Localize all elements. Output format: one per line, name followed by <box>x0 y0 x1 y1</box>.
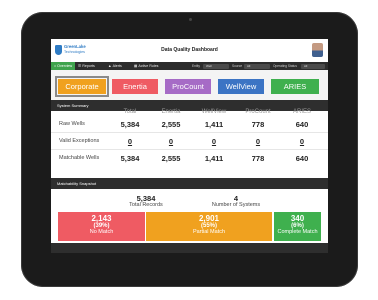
row-divider <box>51 149 328 150</box>
cell-matchable-wellview: 1,411 <box>204 154 224 163</box>
page-title: Data Quality Dashboard <box>161 47 218 53</box>
column-header-wellview: WellView <box>201 109 227 115</box>
filter-status-label: Operating Status <box>273 64 297 68</box>
row-label-raw-wells: Raw Wells <box>59 121 85 127</box>
systems-count-label: Number of Systems <box>211 202 261 208</box>
cell-raw-procount: 778 <box>251 120 265 129</box>
tab-procount[interactable]: ProCount <box>165 79 211 94</box>
nav-item-reports[interactable]: ☰Reports <box>78 62 95 70</box>
nav-item-alerts[interactable]: ▲Alerts <box>108 62 122 70</box>
column-header-procount: ProCount <box>245 109 271 115</box>
avatar[interactable] <box>312 43 323 57</box>
cell-matchable-procount: 778 <box>251 154 265 163</box>
nav-item-label: Alerts <box>112 64 122 68</box>
tab-aries[interactable]: ARIES <box>271 79 319 94</box>
nav-bar: ⌂Overview ☰Reports ▲Alerts ▦Active Rules… <box>51 62 328 70</box>
section-title: System Summary <box>57 103 89 108</box>
cell-raw-total: 5,384 <box>120 120 140 129</box>
link-exceptions-procount[interactable]: 0 <box>238 137 278 146</box>
complete-match-label: Complete Match <box>277 229 318 235</box>
filter-status-value: All <box>304 63 308 68</box>
nav-item-label: Active Rules <box>138 64 159 68</box>
link-exceptions-enertia[interactable]: 0 <box>151 137 191 146</box>
partial-match-label: Partial Match <box>192 229 226 235</box>
complete-match-value: 340 <box>290 214 305 223</box>
grid-icon: ▦ <box>134 64 138 68</box>
camera-dot <box>189 18 192 21</box>
row-divider <box>51 132 328 133</box>
list-icon: ☰ <box>78 64 82 68</box>
link-exceptions-wellview[interactable]: 0 <box>194 137 234 146</box>
complete-match-box[interactable]: 340 (6%) Complete Match <box>274 212 321 241</box>
section-title: Matchability Snapshot <box>57 181 97 186</box>
filter-status-select[interactable]: All <box>301 63 325 69</box>
filter-entity-value: Well <box>206 63 212 68</box>
column-header-aries: ARIES <box>292 109 311 115</box>
link-exceptions-aries[interactable]: 0 <box>282 137 322 146</box>
filter-source-value: All <box>247 63 251 68</box>
nav-item-label: Reports <box>82 64 95 68</box>
tab-enertia[interactable]: Enertia <box>112 79 158 94</box>
app-header: GreenLake Technologies Data Quality Dash… <box>51 39 328 63</box>
matchability-header: Matchability Snapshot <box>51 178 328 189</box>
nav-item-overview[interactable]: ⌂Overview <box>51 62 76 70</box>
cell-matchable-enertia: 2,555 <box>161 154 181 163</box>
partial-match-value: 2,901 <box>198 214 220 223</box>
filter-entity-label: Entity <box>192 64 200 68</box>
bell-icon: ▲ <box>108 64 112 68</box>
home-icon: ⌂ <box>54 64 57 68</box>
no-match-label: No Match <box>89 229 114 235</box>
app-screen: GreenLake Technologies Data Quality Dash… <box>51 39 328 253</box>
nav-item-label: Overview <box>57 64 73 68</box>
filter-entity-select[interactable]: Well <box>203 63 229 69</box>
bottom-bar <box>51 243 328 253</box>
tab-wellview[interactable]: WellView <box>218 79 264 94</box>
no-match-value: 2,143 <box>91 214 112 223</box>
total-records-label: Total Records <box>129 202 163 208</box>
column-header-total: Total <box>123 109 137 115</box>
row-label-valid-exceptions: Valid Exceptions <box>59 138 100 144</box>
system-tabs: Corporate Enertia ProCount WellView ARIE… <box>51 70 328 100</box>
tab-corporate[interactable]: Corporate <box>55 76 109 97</box>
cell-raw-aries: 640 <box>295 120 309 129</box>
cell-matchable-aries: 640 <box>295 154 309 163</box>
column-header-enertia: Enertia <box>161 109 181 115</box>
no-match-box[interactable]: 2,143 (39%) No Match <box>58 212 145 241</box>
row-label-matchable-wells: Matchable Wells <box>59 155 100 161</box>
cell-raw-enertia: 2,555 <box>161 120 181 129</box>
filter-source-label: Source <box>232 64 243 68</box>
link-exceptions-total[interactable]: 0 <box>110 137 150 146</box>
nav-item-active-rules[interactable]: ▦Active Rules <box>134 62 158 70</box>
filter-source-select[interactable]: All <box>244 63 270 69</box>
cell-raw-wellview: 1,411 <box>204 120 224 129</box>
partial-match-box[interactable]: 2,901 (55%) Partial Match <box>146 212 272 241</box>
cell-matchable-total: 5,384 <box>120 154 140 163</box>
